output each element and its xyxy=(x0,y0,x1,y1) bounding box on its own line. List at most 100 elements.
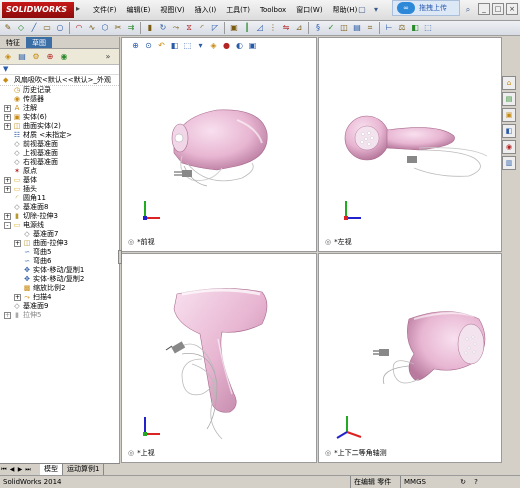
feature-tree-icon[interactable]: ◈ xyxy=(2,51,14,63)
reference-geometry-icon[interactable]: ⊿ xyxy=(293,22,305,34)
tree-item[interactable]: ◜ 圆角11 xyxy=(0,194,119,203)
expand-icon[interactable]: + xyxy=(4,114,11,121)
dimxpert-icon[interactable]: ⊕ xyxy=(44,51,56,63)
surface-icon[interactable]: ◫ xyxy=(338,22,350,34)
menu-item[interactable]: 视图(V) xyxy=(155,3,189,17)
menu-arrow-icon[interactable]: ▸ xyxy=(76,4,86,16)
instant3d-icon[interactable]: ✓ xyxy=(325,22,337,34)
tab-sketch[interactable]: 草图 xyxy=(26,37,52,48)
help-icon[interactable]: ? xyxy=(471,476,481,486)
expand-icon[interactable]: + xyxy=(14,240,21,247)
expand-icon[interactable]: + xyxy=(4,312,11,319)
extrude-icon[interactable]: ▮ xyxy=(144,22,156,34)
viewport-top[interactable]: ◎ *上视 xyxy=(121,253,317,463)
menu-item[interactable]: 插入(I) xyxy=(190,3,222,17)
tree-item[interactable]: + ▮ 切除-拉伸3 xyxy=(0,212,119,221)
circle-icon[interactable]: ○ xyxy=(54,22,66,34)
tree-item[interactable]: + A 注解 xyxy=(0,104,119,113)
link-views-icon[interactable]: ◎ xyxy=(325,238,331,246)
draft-icon[interactable]: ◿ xyxy=(254,22,266,34)
tree-item[interactable]: ◇ 上视基准面 xyxy=(0,149,119,158)
tree-item[interactable]: ◇ 基准面9 xyxy=(0,302,119,311)
custom-properties-icon[interactable]: ▥ xyxy=(502,156,516,170)
display-manager-icon[interactable]: ◉ xyxy=(58,51,70,63)
tree-item[interactable]: ▩ 缩放比例2 xyxy=(0,284,119,293)
tree-item[interactable]: + ▭ 基体 xyxy=(0,176,119,185)
new-document-icon[interactable]: ▢ xyxy=(356,3,368,16)
tree-item[interactable]: + ⤳ 扫描4 xyxy=(0,293,119,302)
upload-button[interactable]: ∞ 拖拽上传 xyxy=(392,0,460,16)
tree-item[interactable]: ✥ 实体-移动/复制2 xyxy=(0,275,119,284)
menu-item[interactable]: 文件(F) xyxy=(88,3,122,17)
revolve-icon[interactable]: ↻ xyxy=(157,22,169,34)
rebuild-icon[interactable]: ↻ xyxy=(458,476,468,486)
trim-icon[interactable]: ✂ xyxy=(112,22,124,34)
tree-item[interactable]: ◉ 传感器 xyxy=(0,95,119,104)
expand-icon[interactable]: + xyxy=(14,294,21,301)
expand-icon[interactable]: + xyxy=(4,213,11,220)
property-manager-icon[interactable]: ▤ xyxy=(16,51,28,63)
viewport-front[interactable]: ⊕ ⊙ ↶ ◧ ⬚ ▾ ◈ ● ◐ ▣ ◎ *前视 xyxy=(121,37,317,252)
section-view-icon[interactable]: ◧ xyxy=(409,22,421,34)
smart-dimension-icon[interactable]: ◇ xyxy=(15,22,27,34)
chevron-right-icon[interactable]: » xyxy=(102,51,114,63)
last-tab-icon[interactable]: ⏭ xyxy=(24,464,32,475)
filter-icon[interactable]: ▼ xyxy=(3,65,11,73)
mirror-icon[interactable]: ⇋ xyxy=(280,22,292,34)
sweep-icon[interactable]: ⤳ xyxy=(170,22,182,34)
offset-icon[interactable]: ⇉ xyxy=(125,22,137,34)
maximize-icon[interactable]: □ xyxy=(492,3,504,15)
view-palette-icon[interactable]: ◧ xyxy=(502,124,516,138)
file-explorer-icon[interactable]: ▣ xyxy=(502,108,516,122)
next-tab-icon[interactable]: ▶ xyxy=(16,464,24,475)
filter-bar[interactable]: ▼ xyxy=(0,65,119,75)
tree-item[interactable]: ◇ 前视基准面 xyxy=(0,140,119,149)
measure-icon[interactable]: ⊢ xyxy=(383,22,395,34)
tree-item[interactable]: + ▣ 实体(6) xyxy=(0,113,119,122)
tab-motion-study[interactable]: 运动算例1 xyxy=(63,464,105,475)
tree-item[interactable]: - ▭ 电源线 xyxy=(0,221,119,230)
close-icon[interactable]: × xyxy=(506,3,518,15)
weldments-icon[interactable]: ⌗ xyxy=(364,22,376,34)
tab-model[interactable]: 模型 xyxy=(40,464,63,475)
tree-item[interactable]: ◇ 基准面8 xyxy=(0,203,119,212)
collapse-icon[interactable]: - xyxy=(4,222,11,229)
sketch-icon[interactable]: ✎ xyxy=(2,22,14,34)
mass-properties-icon[interactable]: ⚖ xyxy=(396,22,408,34)
viewport-left[interactable]: ◎ *左视 xyxy=(318,37,502,252)
rib-icon[interactable]: ┃ xyxy=(241,22,253,34)
minimize-icon[interactable]: _ xyxy=(478,3,490,15)
shell-icon[interactable]: ▣ xyxy=(228,22,240,34)
fillet-icon[interactable]: ◜ xyxy=(196,22,208,34)
prev-tab-icon[interactable]: ◀ xyxy=(8,464,16,475)
tree-item[interactable]: + ◫ 曲面实体(2) xyxy=(0,122,119,131)
link-views-icon[interactable]: ◎ xyxy=(325,449,331,457)
loft-icon[interactable]: ⧖ xyxy=(183,22,195,34)
tree-item[interactable]: ◇ 右视基准面 xyxy=(0,158,119,167)
search-icon[interactable]: ⌕ xyxy=(462,3,474,16)
menu-item[interactable]: Toolbox xyxy=(255,3,291,17)
sheetmetal-icon[interactable]: ▤ xyxy=(351,22,363,34)
chamfer-icon[interactable]: ◸ xyxy=(209,22,221,34)
pattern-icon[interactable]: ⋮ xyxy=(267,22,279,34)
tree-root[interactable]: ◆ 风扇吸吹<默认<<默认>_外观 xyxy=(0,75,119,86)
expand-icon[interactable]: + xyxy=(4,105,11,112)
tree-item[interactable]: ◇ 基准面7 xyxy=(0,230,119,239)
view-orientation-icon[interactable]: ⬚ xyxy=(422,22,434,34)
rectangle-icon[interactable]: ▭ xyxy=(41,22,53,34)
menu-item[interactable]: 窗口(W) xyxy=(291,3,327,17)
panel-splitter[interactable] xyxy=(118,250,122,264)
appearances-icon[interactable]: ◉ xyxy=(502,140,516,154)
menu-item[interactable]: 编辑(E) xyxy=(122,3,156,17)
curves-icon[interactable]: § xyxy=(312,22,324,34)
expand-icon[interactable]: + xyxy=(4,177,11,184)
tree-item[interactable]: ∽ 弯曲5 xyxy=(0,248,119,257)
menu-item[interactable]: 工具(T) xyxy=(221,3,255,17)
solidworks-logo[interactable]: SOLIDWORKS xyxy=(2,2,74,18)
tree-item[interactable]: + ▮ 拉伸5 xyxy=(0,311,119,320)
open-icon[interactable]: ▾ xyxy=(370,3,382,16)
polygon-icon[interactable]: ⬡ xyxy=(99,22,111,34)
design-library-icon[interactable]: ▤ xyxy=(502,92,516,106)
viewport-dimetric[interactable]: ◎ *上下二等角轴测 xyxy=(318,253,502,463)
expand-icon[interactable]: + xyxy=(4,186,11,193)
